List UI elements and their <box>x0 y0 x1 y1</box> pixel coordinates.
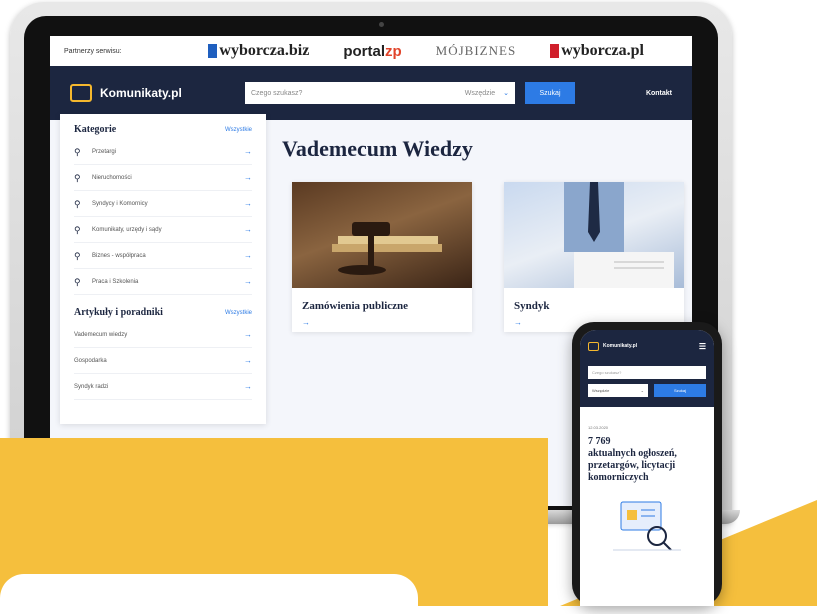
sidebar-item-przetargi[interactable]: ⚲ Przetargi → <box>74 139 252 165</box>
search-input[interactable]: Czego szukasz? Wszędzie ⌄ <box>245 82 515 104</box>
sidebar-item-komunikaty[interactable]: ⚲ Komunikaty, urzędy i sądy → <box>74 217 252 243</box>
magnifier-document-icon <box>613 501 681 551</box>
sidebar-item-nieruchomosci[interactable]: ⚲ Nieruchomości → <box>74 165 252 191</box>
sidebar-item-praca[interactable]: ⚲ Praca i Szkolenia → <box>74 269 252 295</box>
gavel-icon: ⚲ <box>74 172 81 183</box>
phone-search-form: Czego szukasz? Wszędzie ⌄ Szukaj <box>580 362 714 407</box>
arrow-right-icon: → <box>244 225 252 234</box>
white-tab-shape <box>0 574 418 614</box>
arrow-right-icon: → <box>244 147 252 156</box>
camera-dot <box>379 22 384 27</box>
gavel-books-image <box>292 182 472 288</box>
phone-date: 12.03.2020 <box>588 425 609 430</box>
articles-title: Artykuły i poradniki <box>74 307 163 318</box>
card-title: Syndyk <box>514 300 550 312</box>
gavel-icon: ⚲ <box>74 224 81 235</box>
arrow-right-icon: → <box>244 277 252 286</box>
articles-header: Artykuły i poradniki Wszystkie <box>74 307 252 318</box>
card-syndyk[interactable]: Syndyk → <box>504 182 684 332</box>
card-zamowienia[interactable]: Zamówienia publiczne → <box>292 182 472 332</box>
sidebar-item-syndyk-radzi[interactable]: Syndyk radzi → <box>74 374 252 400</box>
gavel-icon: ⚲ <box>74 146 81 157</box>
partner-logo-mojbiznes[interactable]: MÓJBIZNES <box>436 43 517 59</box>
arrow-right-icon: → <box>244 199 252 208</box>
search-button[interactable]: Szukaj <box>525 82 575 104</box>
sidebar-item-syndycy[interactable]: ⚲ Syndycy i Komornicy → <box>74 191 252 217</box>
search-placeholder: Czego szukasz? <box>251 89 303 97</box>
phone-search-button[interactable]: Szukaj <box>654 384 706 397</box>
arrow-right-icon: → <box>244 173 252 182</box>
categories-title: Kategorie <box>74 124 117 135</box>
brand-icon <box>588 341 599 351</box>
hamburger-menu-icon[interactable]: ☰ <box>699 342 706 351</box>
search-illustration <box>607 496 687 552</box>
sidebar-item-vademecum[interactable]: Vademecum wiedzy → <box>74 322 252 348</box>
scope-select[interactable]: Wszędzie <box>465 90 495 97</box>
main-area: Vademecum Wiedzy Zamówienia publiczne → … <box>276 120 686 332</box>
businessman-image <box>504 182 684 288</box>
arrow-right-icon: → <box>244 356 252 365</box>
sidebar: Kategorie Wszystkie ⚲ Przetargi → ⚲ Nieruch… <box>60 114 266 424</box>
phone-count: 7 769 <box>588 436 611 447</box>
phone-headline: aktualnych ogłoszeń, przetargów, licytac… <box>588 448 677 483</box>
gavel-icon: ⚲ <box>74 276 81 287</box>
chevron-down-icon: ⌄ <box>640 388 644 393</box>
phone-navbar: Komunikaty.pl ☰ <box>580 330 714 362</box>
articles-all-link[interactable]: Wszystkie <box>225 310 252 316</box>
gavel-icon: ⚲ <box>74 250 81 261</box>
main-navbar: Komunikaty.pl Czego szukasz? Wszędzie ⌄ … <box>50 66 692 120</box>
chevron-down-icon[interactable]: ⌄ <box>503 89 509 97</box>
sidebar-item-gospodarka[interactable]: Gospodarka → <box>74 348 252 374</box>
contact-link[interactable]: Kontakt <box>646 90 672 97</box>
cards-row: Zamówienia publiczne → Syndyk → <box>292 182 686 332</box>
sidebar-item-biznes[interactable]: ⚲ Biznes - współpraca → <box>74 243 252 269</box>
gavel-icon: ⚲ <box>74 198 81 209</box>
partner-logo-wyborcza-biz[interactable]: wyborcza.biz <box>208 42 309 60</box>
partner-logo-wyborcza-pl[interactable]: wyborcza.pl <box>550 42 644 60</box>
partners-label: Partnerzy serwisu: <box>64 47 122 55</box>
brand-logo[interactable]: Komunikaty.pl <box>70 84 245 102</box>
gavel-illustration <box>332 222 442 275</box>
phone-screen: Komunikaty.pl ☰ Czego szukasz? Wszędzie ⌄… <box>580 330 714 606</box>
page-title: Vademecum Wiedzy <box>282 136 473 161</box>
partner-logo-portalzp[interactable]: portal zp <box>343 43 401 60</box>
phone-scope-select[interactable]: Wszędzie ⌄ <box>588 384 648 397</box>
arrow-right-icon: → <box>302 318 310 327</box>
phone-brand[interactable]: Komunikaty.pl <box>603 343 637 349</box>
brand-icon <box>70 84 92 102</box>
businessman-illustration <box>564 182 674 288</box>
categories-header: Kategorie Wszystkie <box>74 124 252 135</box>
partners-bar: Partnerzy serwisu: wyborcza.biz portal zp… <box>50 36 692 66</box>
categories-all-link[interactable]: Wszystkie <box>225 127 252 133</box>
card-title: Zamówienia publiczne <box>302 300 409 312</box>
brand-name: Komunikaty.pl <box>100 86 182 100</box>
arrow-right-icon: → <box>244 330 252 339</box>
arrow-right-icon: → <box>244 382 252 391</box>
arrow-right-icon: → <box>244 251 252 260</box>
phone-search-input[interactable]: Czego szukasz? <box>588 366 706 379</box>
phone-frame: Komunikaty.pl ☰ Czego szukasz? Wszędzie ⌄… <box>572 322 722 606</box>
